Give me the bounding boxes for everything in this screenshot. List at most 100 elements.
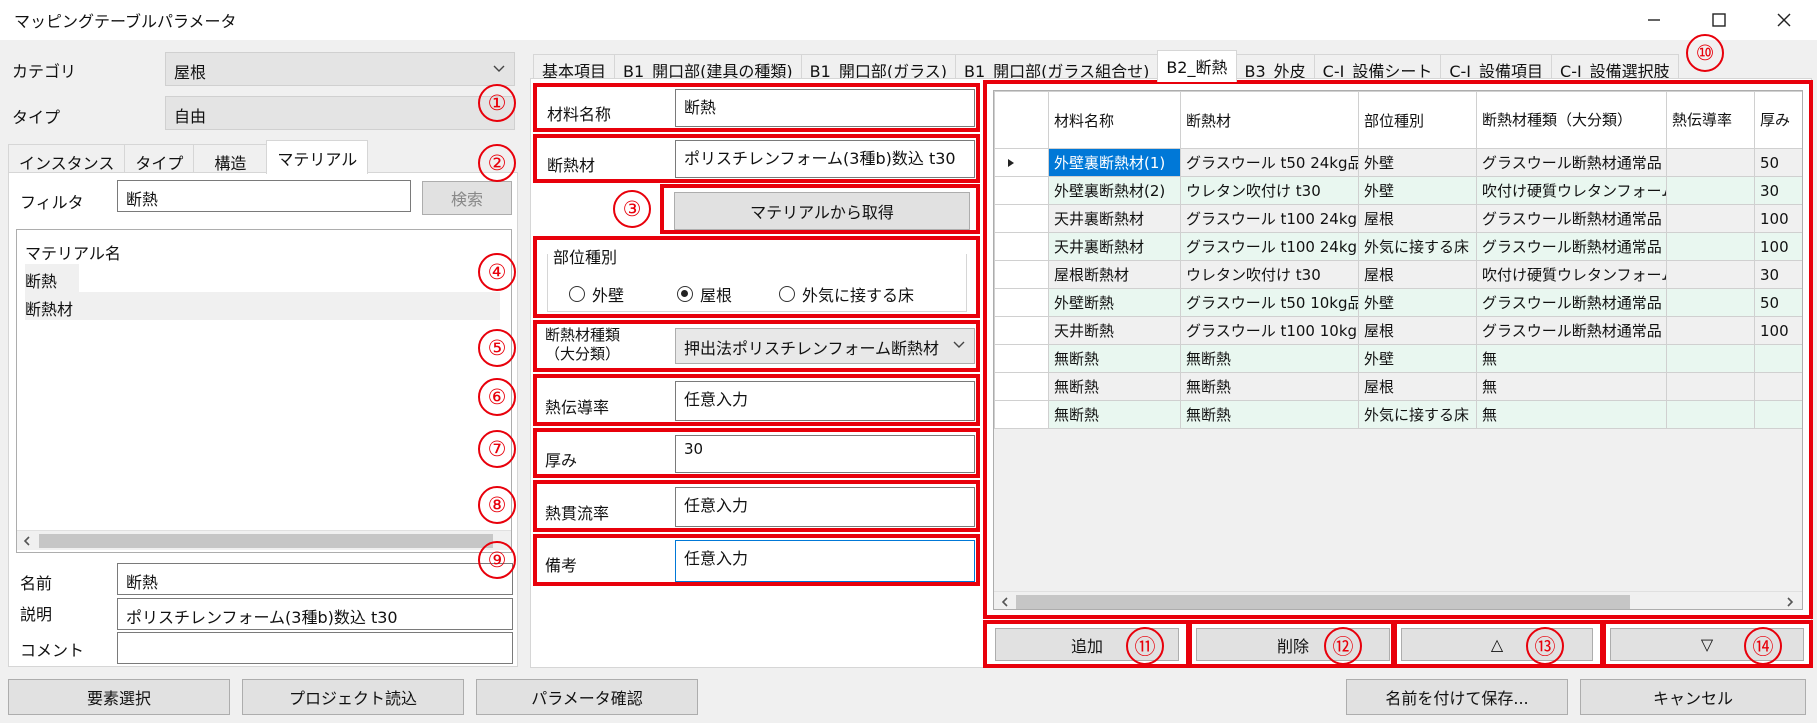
row-header[interactable] bbox=[994, 372, 1049, 401]
list-item[interactable]: 断熱 bbox=[25, 264, 79, 292]
category-combo[interactable]: 屋根 bbox=[165, 52, 515, 86]
table-cell[interactable]: 外壁 bbox=[1358, 288, 1477, 317]
transmittance-input[interactable]: 任意入力 bbox=[675, 487, 975, 527]
table-cell[interactable]: 外壁 bbox=[1358, 344, 1477, 373]
radio-exterior-wall[interactable]: 外壁 bbox=[569, 282, 624, 306]
get-from-material-button[interactable]: マテリアルから取得 bbox=[674, 192, 970, 230]
row-header[interactable] bbox=[994, 344, 1049, 373]
table-row[interactable]: 天井裏断熱材 グラスウール t100 24kg品 屋根 グラスウール断熱材通常品 100 bbox=[994, 204, 1802, 233]
table-cell[interactable]: 外壁 bbox=[1358, 148, 1477, 177]
tab-b2-insulation[interactable]: B2_断熱 bbox=[1157, 50, 1237, 82]
table-cell[interactable] bbox=[1666, 176, 1755, 205]
table-cell[interactable]: 100 bbox=[1754, 232, 1802, 261]
table-cell[interactable] bbox=[1754, 344, 1802, 373]
table-cell[interactable]: 無断熱 bbox=[1180, 372, 1359, 401]
scroll-left-icon[interactable] bbox=[21, 535, 33, 547]
column-header[interactable]: 部位種別 bbox=[1358, 91, 1477, 149]
table-cell[interactable]: 屋根 bbox=[1358, 316, 1477, 345]
table-cell[interactable]: 天井裏断熱材 bbox=[1048, 232, 1181, 261]
radio-roof[interactable]: 屋根 bbox=[677, 282, 732, 306]
table-cell[interactable]: 無 bbox=[1476, 372, 1667, 401]
table-row[interactable]: 外壁裏断熱材(1) グラスウール t50 24kg品 外壁 グラスウール断熱材通常品 5… bbox=[994, 148, 1802, 177]
table-cell[interactable]: グラスウール断熱材通常品 bbox=[1476, 204, 1667, 233]
desc-input[interactable]: ポリスチレンフォーム(3種b)数込 t30 bbox=[117, 598, 513, 630]
table-cell[interactable]: 外壁 bbox=[1358, 176, 1477, 205]
table-row[interactable]: 無断熱 無断熱 屋根無 bbox=[994, 372, 1802, 401]
table-cell[interactable]: 外気に接する床 bbox=[1358, 400, 1477, 429]
table-cell[interactable]: 無 bbox=[1476, 344, 1667, 373]
table-cell[interactable] bbox=[1666, 232, 1755, 261]
table-cell[interactable]: グラスウール断熱材通常品 bbox=[1476, 232, 1667, 261]
table-cell[interactable]: グラスウール断熱材通常品 bbox=[1476, 148, 1667, 177]
tab-structure[interactable]: 構造 bbox=[193, 144, 268, 174]
scroll-left-icon[interactable] bbox=[999, 596, 1011, 608]
table-cell[interactable]: 無断熱 bbox=[1180, 400, 1359, 429]
row-header[interactable] bbox=[994, 316, 1049, 345]
table-cell[interactable]: 外気に接する床 bbox=[1358, 232, 1477, 261]
grid-hscrollbar[interactable] bbox=[994, 591, 1802, 609]
cancel-button[interactable]: キャンセル bbox=[1580, 679, 1806, 715]
comment-input[interactable] bbox=[117, 632, 513, 664]
table-row[interactable]: 外壁断熱 グラスウール t50 10kg品 外壁 グラスウール断熱材通常品 50 bbox=[994, 288, 1802, 317]
table-cell[interactable]: グラスウール断熱材通常品 bbox=[1476, 316, 1667, 345]
mapping-grid[interactable]: 材料名称 断熱材 部位種別 断熱材種類（大分類） 熱伝導率 厚み 外壁裏断熱材(… bbox=[993, 90, 1803, 610]
row-header[interactable] bbox=[994, 204, 1049, 233]
table-cell[interactable] bbox=[1666, 372, 1755, 401]
table-cell[interactable]: グラスウール t100 10kg品 bbox=[1180, 316, 1359, 345]
material-name-input[interactable]: 断熱 bbox=[675, 89, 975, 127]
table-row[interactable]: 天井裏断熱材 グラスウール t100 24kg品 外気に接する床 グラスウール断熱材通… bbox=[994, 232, 1802, 261]
table-cell[interactable]: 無 bbox=[1476, 400, 1667, 429]
table-cell[interactable]: ウレタン吹付け t30 bbox=[1180, 260, 1359, 289]
radio-outdoor-floor[interactable]: 外気に接する床 bbox=[779, 282, 914, 306]
close-button[interactable] bbox=[1755, 0, 1813, 40]
table-row[interactable]: 無断熱 無断熱 外壁無 bbox=[994, 344, 1802, 373]
table-cell[interactable] bbox=[1754, 400, 1802, 429]
table-cell[interactable]: 屋根断熱材 bbox=[1048, 260, 1181, 289]
name-input[interactable]: 断熱 bbox=[117, 563, 513, 595]
table-cell[interactable]: 100 bbox=[1754, 316, 1802, 345]
move-up-button[interactable]: △ bbox=[1401, 628, 1593, 661]
row-header[interactable] bbox=[994, 288, 1049, 317]
table-cell[interactable] bbox=[1666, 400, 1755, 429]
check-parameters-button[interactable]: パラメータ確認 bbox=[476, 679, 698, 715]
table-cell[interactable]: 無断熱 bbox=[1180, 344, 1359, 373]
list-item[interactable]: 断熱材 bbox=[25, 292, 500, 320]
table-cell[interactable]: グラスウール t100 24kg品 bbox=[1180, 204, 1359, 233]
table-cell[interactable]: 吹付け硬質ウレタンフォーム bbox=[1476, 260, 1667, 289]
table-cell[interactable]: 天井断熱 bbox=[1048, 316, 1181, 345]
table-cell[interactable] bbox=[1666, 316, 1755, 345]
row-header[interactable] bbox=[994, 400, 1049, 429]
row-header[interactable] bbox=[994, 260, 1049, 289]
table-cell[interactable]: 30 bbox=[1754, 260, 1802, 289]
table-cell[interactable]: 屋根 bbox=[1358, 372, 1477, 401]
scroll-right-icon[interactable] bbox=[1784, 596, 1796, 608]
row-header[interactable] bbox=[994, 232, 1049, 261]
column-header[interactable]: 材料名称 bbox=[1048, 91, 1181, 149]
table-cell[interactable]: 外壁裏断熱材(2) bbox=[1048, 176, 1181, 205]
list-hscrollbar[interactable] bbox=[17, 530, 511, 550]
list-scroll-thumb[interactable] bbox=[39, 534, 493, 548]
table-cell[interactable]: 50 bbox=[1754, 148, 1802, 177]
column-header[interactable]: 断熱材 bbox=[1180, 91, 1359, 149]
table-cell[interactable] bbox=[1754, 372, 1802, 401]
tab-material[interactable]: マテリアル bbox=[266, 140, 369, 174]
table-row[interactable]: 屋根断熱材 ウレタン吹付け t30 屋根 吹付け硬質ウレタンフォーム 30 bbox=[994, 260, 1802, 289]
table-cell[interactable]: 無断熱 bbox=[1048, 400, 1181, 429]
tab-instance[interactable]: インスタンス bbox=[8, 144, 126, 174]
table-row[interactable]: 天井断熱 グラスウール t100 10kg品 屋根 グラスウール断熱材通常品 100 bbox=[994, 316, 1802, 345]
table-cell[interactable]: 天井裏断熱材 bbox=[1048, 204, 1181, 233]
table-row[interactable]: 外壁裏断熱材(2) ウレタン吹付け t30 外壁 吹付け硬質ウレタンフォーム 30 bbox=[994, 176, 1802, 205]
table-cell[interactable]: グラスウール t50 10kg品 bbox=[1180, 288, 1359, 317]
table-cell[interactable]: 50 bbox=[1754, 288, 1802, 317]
grid-scroll-thumb[interactable] bbox=[1016, 595, 1630, 609]
type-combo[interactable]: 自由 bbox=[165, 96, 515, 130]
table-cell[interactable]: グラスウール断熱材通常品 bbox=[1476, 288, 1667, 317]
table-cell[interactable]: ウレタン吹付け t30 bbox=[1180, 176, 1359, 205]
table-cell[interactable] bbox=[1666, 288, 1755, 317]
table-cell[interactable] bbox=[1666, 344, 1755, 373]
tab-type[interactable]: タイプ bbox=[124, 144, 195, 174]
load-project-button[interactable]: プロジェクト読込 bbox=[242, 679, 464, 715]
minimize-button[interactable] bbox=[1625, 0, 1683, 40]
thickness-input[interactable]: 30 bbox=[675, 435, 975, 473]
filter-input[interactable]: 断熱 bbox=[117, 180, 411, 212]
